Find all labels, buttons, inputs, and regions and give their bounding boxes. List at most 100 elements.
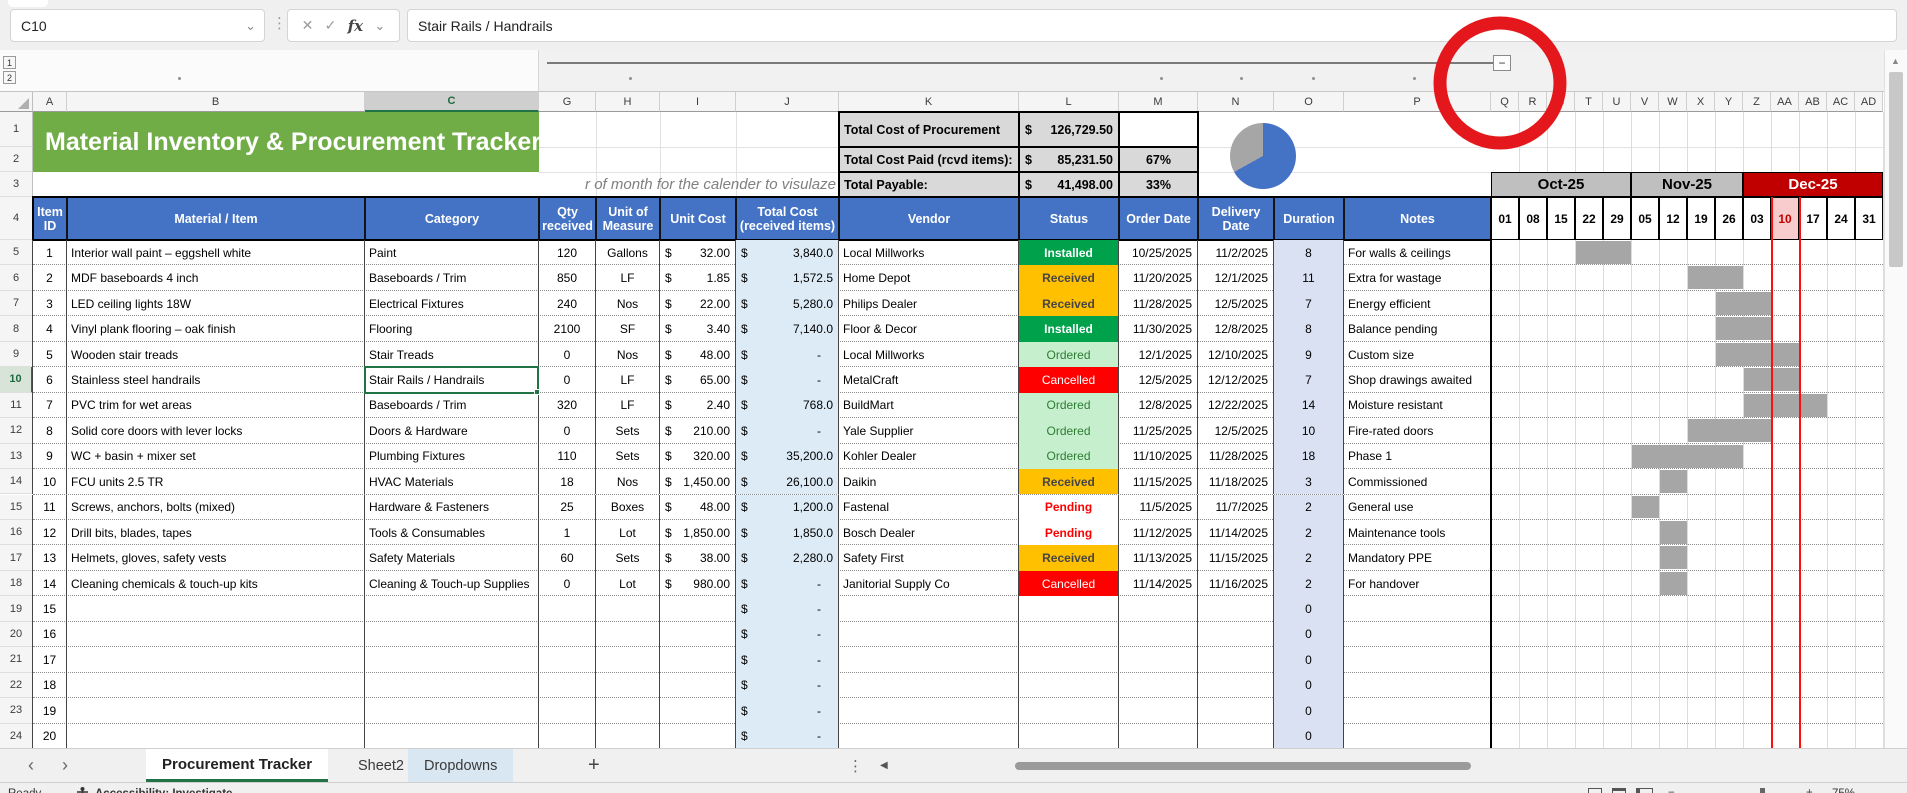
cell-empty[interactable] <box>1344 672 1491 699</box>
cell-material[interactable]: FCU units 2.5 TR <box>67 469 365 495</box>
cell-empty[interactable] <box>839 596 1019 622</box>
cell-qty[interactable]: 120 <box>539 240 596 266</box>
cell-empty[interactable] <box>365 723 539 749</box>
cell-item-id[interactable]: 15 <box>33 596 67 622</box>
cell-duration[interactable]: 7 <box>1274 290 1344 317</box>
cell-duration[interactable]: 14 <box>1274 392 1344 419</box>
cell-total-cost[interactable]: $3,840.0 <box>736 240 839 266</box>
cell-item-id[interactable]: 4 <box>33 316 67 342</box>
row-header-10[interactable]: 10 <box>0 367 33 393</box>
tab-dropdowns[interactable]: Dropdowns <box>408 749 514 782</box>
cell-material[interactable]: Cleaning chemicals & touch-up kits <box>67 570 365 597</box>
cell-status[interactable]: Ordered <box>1019 341 1119 368</box>
cell-total-cost[interactable]: $26,100.0 <box>736 469 839 495</box>
cell-empty[interactable] <box>596 647 660 673</box>
cell-empty[interactable] <box>660 672 736 699</box>
cell-qty[interactable]: 60 <box>539 545 596 571</box>
cell-notes[interactable]: Energy efficient <box>1344 290 1491 317</box>
cell-unit-cost[interactable]: $1,450.00 <box>660 469 736 495</box>
cell-vendor[interactable]: Local Millworks <box>839 341 1019 368</box>
add-sheet-button[interactable]: + <box>588 749 600 782</box>
column-header-C[interactable]: C <box>365 92 539 112</box>
cell-item-id[interactable]: 7 <box>33 392 67 419</box>
cell-material[interactable]: Screws, anchors, bolts (mixed) <box>67 494 365 520</box>
cell-empty[interactable] <box>539 621 596 648</box>
column-header-S[interactable]: S <box>1547 92 1575 112</box>
outline-level-2-button[interactable]: 2 <box>3 71 16 84</box>
column-header-Z[interactable]: Z <box>1743 92 1771 112</box>
cell-empty[interactable] <box>1198 672 1274 699</box>
row-header-14[interactable]: 14 <box>0 469 33 495</box>
cell-item-id[interactable]: 12 <box>33 519 67 546</box>
view-pagebreak-icon[interactable] <box>1636 788 1653 793</box>
cell-delivery-date[interactable]: 12/10/2025 <box>1198 341 1274 368</box>
cell-empty[interactable] <box>839 698 1019 724</box>
cell-unit-cost[interactable]: $22.00 <box>660 290 736 317</box>
cell-empty[interactable] <box>660 698 736 724</box>
cell-qty[interactable]: 0 <box>539 570 596 597</box>
cell-delivery-date[interactable]: 12/5/2025 <box>1198 418 1274 444</box>
cell-duration[interactable]: 0 <box>1274 596 1344 622</box>
cell-notes[interactable]: Custom size <box>1344 341 1491 368</box>
cell-qty[interactable]: 1 <box>539 519 596 546</box>
cell-notes[interactable]: Moisture resistant <box>1344 392 1491 419</box>
cell-empty[interactable] <box>67 621 365 648</box>
column-header-AB[interactable]: AB <box>1799 92 1827 112</box>
cell-item-id[interactable]: 16 <box>33 621 67 648</box>
zoom-slider-handle[interactable] <box>1760 788 1765 793</box>
cell-unit[interactable]: Lot <box>596 570 660 597</box>
cell-item-id[interactable]: 19 <box>33 698 67 724</box>
horizontal-scroll-thumb[interactable] <box>1015 762 1471 770</box>
column-header-B[interactable]: B <box>67 92 365 112</box>
cell-status[interactable]: Received <box>1019 545 1119 571</box>
cancel-icon[interactable]: ✕ <box>302 17 314 34</box>
cell-qty[interactable]: 110 <box>539 443 596 470</box>
cell-status[interactable]: Cancelled <box>1019 570 1119 597</box>
cell-total-cost[interactable]: $ - <box>736 698 839 724</box>
cell-category[interactable]: Hardware & Fasteners <box>365 494 539 520</box>
row-header-3[interactable]: 3 <box>0 172 33 197</box>
cell-unit[interactable]: Sets <box>596 545 660 571</box>
cell-status[interactable]: Ordered <box>1019 443 1119 470</box>
cell-empty[interactable] <box>1198 698 1274 724</box>
cell-empty[interactable] <box>539 698 596 724</box>
cell-unit-cost[interactable]: $32.00 <box>660 240 736 266</box>
cell-unit[interactable]: Nos <box>596 341 660 368</box>
cell-material[interactable]: Stainless steel handrails <box>67 367 365 393</box>
row-header-15[interactable]: 15 <box>0 494 33 520</box>
cell-total-cost[interactable]: $ - <box>736 367 839 393</box>
cell-item-id[interactable]: 13 <box>33 545 67 571</box>
column-header-M[interactable]: M <box>1119 92 1198 112</box>
cell-order-date[interactable]: 12/5/2025 <box>1119 367 1198 393</box>
cell-total-cost[interactable]: $ - <box>736 418 839 444</box>
column-header-Q[interactable]: Q <box>1491 92 1519 112</box>
cell-delivery-date[interactable]: 12/22/2025 <box>1198 392 1274 419</box>
cell-duration[interactable]: 9 <box>1274 341 1344 368</box>
cell-empty[interactable] <box>660 647 736 673</box>
cell-qty[interactable]: 320 <box>539 392 596 419</box>
cell-empty[interactable] <box>1019 596 1119 622</box>
cell-duration[interactable]: 18 <box>1274 443 1344 470</box>
cell-total-cost[interactable]: $2,280.0 <box>736 545 839 571</box>
status-accessibility[interactable]: Accessibility: Investigate <box>95 788 232 793</box>
cell-material[interactable]: Drill bits, blades, tapes <box>67 519 365 546</box>
name-box[interactable]: C10 ⌄ <box>10 9 265 42</box>
cell-category[interactable]: Tools & Consumables <box>365 519 539 546</box>
cell-duration[interactable]: 2 <box>1274 570 1344 597</box>
formula-input[interactable]: Stair Rails / Handrails <box>407 9 1897 42</box>
cell-delivery-date[interactable]: 12/8/2025 <box>1198 316 1274 342</box>
cell-empty[interactable] <box>365 698 539 724</box>
cell-empty[interactable] <box>596 621 660 648</box>
cell-order-date[interactable]: 11/10/2025 <box>1119 443 1198 470</box>
column-header-U[interactable]: U <box>1603 92 1631 112</box>
cell-delivery-date[interactable]: 11/18/2025 <box>1198 469 1274 495</box>
cell-status[interactable]: Cancelled <box>1019 367 1119 393</box>
column-header-Y[interactable]: Y <box>1715 92 1743 112</box>
cell-total-cost[interactable]: $35,200.0 <box>736 443 839 470</box>
cell-item-id[interactable]: 8 <box>33 418 67 444</box>
cell-notes[interactable]: Commissioned <box>1344 469 1491 495</box>
cell-item-id[interactable]: 6 <box>33 367 67 393</box>
column-header-R[interactable]: R <box>1519 92 1547 112</box>
chevron-down-icon[interactable]: ⌄ <box>374 18 385 34</box>
cell-empty[interactable] <box>365 621 539 648</box>
